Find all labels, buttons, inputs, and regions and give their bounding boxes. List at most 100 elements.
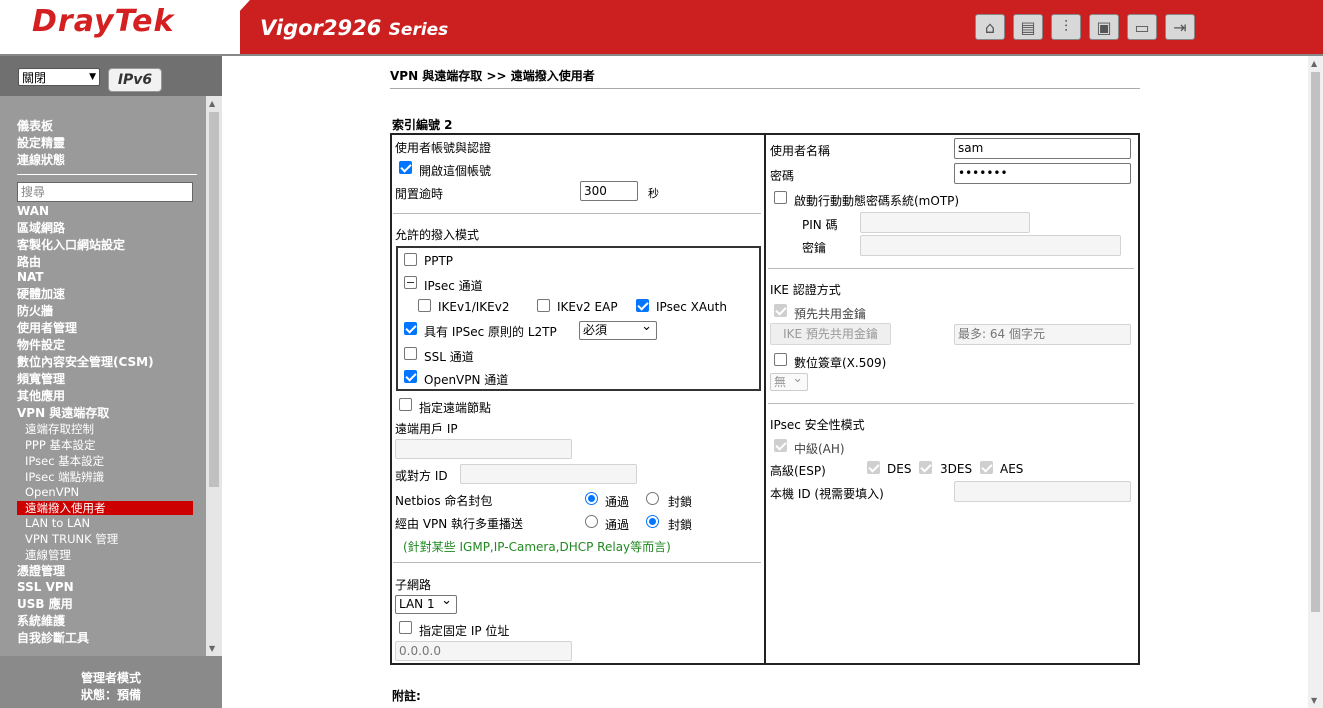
- sidebar-item-diagnostics[interactable]: 自我診斷工具: [17, 631, 89, 645]
- l2tp-checkbox[interactable]: [404, 322, 417, 335]
- sidebar-item-certificates[interactable]: 憑證管理: [17, 564, 65, 578]
- multicast-block-radio[interactable]: [646, 515, 659, 528]
- psk-label: 預先共用金鑰: [794, 307, 867, 321]
- sidebar-item-portal[interactable]: 客製化入口網站設定: [17, 238, 125, 252]
- fixed-ip-checkbox[interactable]: [399, 621, 412, 634]
- sidebar-subitem-remote-access-control[interactable]: 遠端存取控制: [25, 422, 94, 436]
- book-icon[interactable]: ▭: [1127, 14, 1157, 40]
- form-column-divider: [764, 133, 766, 665]
- sidebar-item-user-mgmt[interactable]: 使用者管理: [17, 321, 77, 335]
- specify-remote-checkbox[interactable]: [399, 398, 412, 411]
- sidebar-item-usb[interactable]: USB 應用: [17, 597, 73, 611]
- chevron-down-icon: ▼: [89, 72, 96, 82]
- sidebar-subitem-lan-to-lan[interactable]: LAN to LAN: [25, 516, 90, 530]
- fixed-ip-input[interactable]: 0.0.0.0: [395, 641, 572, 661]
- l2tp-policy-select[interactable]: 必須: [579, 318, 657, 340]
- motp-checkbox[interactable]: [774, 191, 787, 204]
- fixed-ip-label: 指定固定 IP 位址: [419, 624, 510, 638]
- sidebar-item-lan[interactable]: 區域網路: [17, 221, 65, 235]
- language-select[interactable]: 關閉 ▼: [18, 68, 100, 86]
- ipsec-xauth-checkbox[interactable]: [636, 299, 649, 312]
- local-id-label: 本機 ID (視需要填入): [770, 487, 884, 501]
- sidebar-item-hwaccel[interactable]: 硬體加速: [17, 287, 65, 301]
- sidebar-item-vpn[interactable]: VPN 與遠端存取: [17, 406, 109, 420]
- scroll-down-icon[interactable]: ▼: [209, 644, 215, 653]
- sidebar-subitem-ipsec-setup[interactable]: IPsec 基本設定: [25, 454, 104, 468]
- idle-timeout-label: 閒置逾時: [395, 187, 444, 201]
- multicast-note: (針對某些 IGMP,IP-Camera,DHCP Relay等而言): [403, 540, 671, 554]
- account-section-title: 使用者帳號與認證: [395, 141, 492, 155]
- sliders-icon[interactable]: ⫶: [1051, 14, 1081, 40]
- username-input[interactable]: sam: [954, 138, 1131, 159]
- dialin-section-title: 允許的撥入模式: [395, 228, 480, 242]
- sidebar-item-routing[interactable]: 路由: [17, 255, 41, 269]
- sidebar-item-ssl-vpn[interactable]: SSL VPN: [17, 580, 74, 594]
- sidebar-subitem-connection-mgmt[interactable]: 連線管理: [25, 548, 71, 562]
- sidebar: 關閉 ▼ IPv6 儀表板 設定精靈 連線狀態 搜尋 WAN 區域網路 客製化入口…: [0, 56, 222, 708]
- des-checkbox[interactable]: [867, 461, 880, 474]
- sidebar-item-bandwidth[interactable]: 頻寬管理: [17, 372, 65, 386]
- idle-unit: 秒: [648, 187, 659, 200]
- remote-client-ip-input[interactable]: [395, 439, 572, 459]
- openvpn-checkbox[interactable]: [404, 370, 417, 383]
- sidebar-item-nat[interactable]: NAT: [17, 270, 44, 284]
- sidebar-footer: 管理者模式 狀態：預備: [0, 656, 222, 708]
- digital-sig-select[interactable]: 無: [770, 370, 808, 391]
- page-scrollbar[interactable]: ▲ ▼: [1308, 56, 1323, 708]
- multicast-pass-radio[interactable]: [585, 515, 598, 528]
- enable-account-checkbox[interactable]: [399, 161, 412, 174]
- max-chars-input[interactable]: 最多: 64 個字元: [954, 324, 1131, 345]
- ipsec-tunnel-label: IPsec 通道: [424, 279, 483, 293]
- digital-sig-checkbox[interactable]: [774, 353, 787, 366]
- ike-psk-button[interactable]: IKE 預先共用金鑰: [770, 323, 891, 345]
- ikev1-checkbox[interactable]: [418, 299, 431, 312]
- page-scroll-thumb[interactable]: [1311, 72, 1320, 612]
- sidebar-item-status[interactable]: 連線狀態: [17, 153, 65, 167]
- sidebar-item-csm[interactable]: 數位內容安全管理(CSM): [17, 355, 154, 369]
- sidebar-subitem-vpn-trunk[interactable]: VPN TRUNK 管理: [25, 532, 118, 546]
- sidebar-subitem-openvpn[interactable]: OpenVPN: [25, 485, 79, 499]
- pin-input[interactable]: [860, 212, 1030, 233]
- netbios-pass-radio[interactable]: [585, 492, 598, 505]
- sidebar-item-applications[interactable]: 其他應用: [17, 389, 65, 403]
- sidebar-item-wan[interactable]: WAN: [17, 204, 49, 218]
- sidebar-item-wizard[interactable]: 設定精靈: [17, 136, 65, 150]
- sidebar-subitem-ipsec-peer[interactable]: IPsec 端點辨識: [25, 470, 104, 484]
- home-icon[interactable]: ⌂: [975, 14, 1005, 40]
- netbios-block-radio[interactable]: [646, 492, 659, 505]
- secret-input[interactable]: [860, 235, 1121, 256]
- aes-checkbox[interactable]: [980, 461, 993, 474]
- main-content: VPN 與遠端存取 >> 遠端撥入使用者 索引編號 2 使用者帳號與認證 開啟這…: [222, 56, 1308, 708]
- sidebar-subitem-dialin-users[interactable]: 遠端撥入使用者: [17, 501, 193, 515]
- logout-icon[interactable]: ⇥: [1165, 14, 1195, 40]
- layout-icon[interactable]: ▤: [1013, 14, 1043, 40]
- password-input[interactable]: •••••••: [954, 163, 1131, 184]
- sidebar-subitem-ppp-setup[interactable]: PPP 基本設定: [25, 438, 95, 452]
- sidebar-item-dashboard[interactable]: 儀表板: [17, 119, 53, 133]
- ipv6-button[interactable]: IPv6: [108, 68, 162, 92]
- sidebar-item-firewall[interactable]: 防火牆: [17, 304, 53, 318]
- ikev2eap-checkbox[interactable]: [537, 299, 550, 312]
- sidebar-search-input[interactable]: 搜尋: [17, 182, 193, 202]
- local-id-input[interactable]: [954, 481, 1131, 502]
- psk-checkbox[interactable]: [774, 304, 787, 317]
- idle-timeout-input[interactable]: 300: [580, 181, 638, 201]
- sidebar-scrollbar[interactable]: ▲ ▼: [206, 96, 222, 656]
- sidebar-item-objects[interactable]: 物件設定: [17, 338, 65, 352]
- pptp-checkbox[interactable]: [404, 253, 417, 266]
- aes-label: AES: [1000, 462, 1024, 476]
- sidebar-scroll-thumb[interactable]: [209, 112, 219, 487]
- medium-ah-checkbox[interactable]: [774, 439, 787, 452]
- peer-id-input[interactable]: [460, 464, 637, 484]
- index-label: 索引編號 2: [392, 118, 453, 132]
- sidebar-divider: [17, 174, 197, 175]
- scroll-down-icon[interactable]: ▼: [1311, 696, 1317, 705]
- sidebar-item-maintenance[interactable]: 系統維護: [17, 614, 65, 628]
- ipsec-tunnel-checkbox[interactable]: [404, 276, 417, 289]
- subnet-select[interactable]: LAN 1: [395, 592, 457, 614]
- save-icon[interactable]: ▣: [1089, 14, 1119, 40]
- 3des-checkbox[interactable]: [919, 461, 932, 474]
- scroll-up-icon[interactable]: ▲: [209, 99, 215, 108]
- ssl-tunnel-checkbox[interactable]: [404, 347, 417, 360]
- scroll-up-icon[interactable]: ▲: [1311, 59, 1317, 68]
